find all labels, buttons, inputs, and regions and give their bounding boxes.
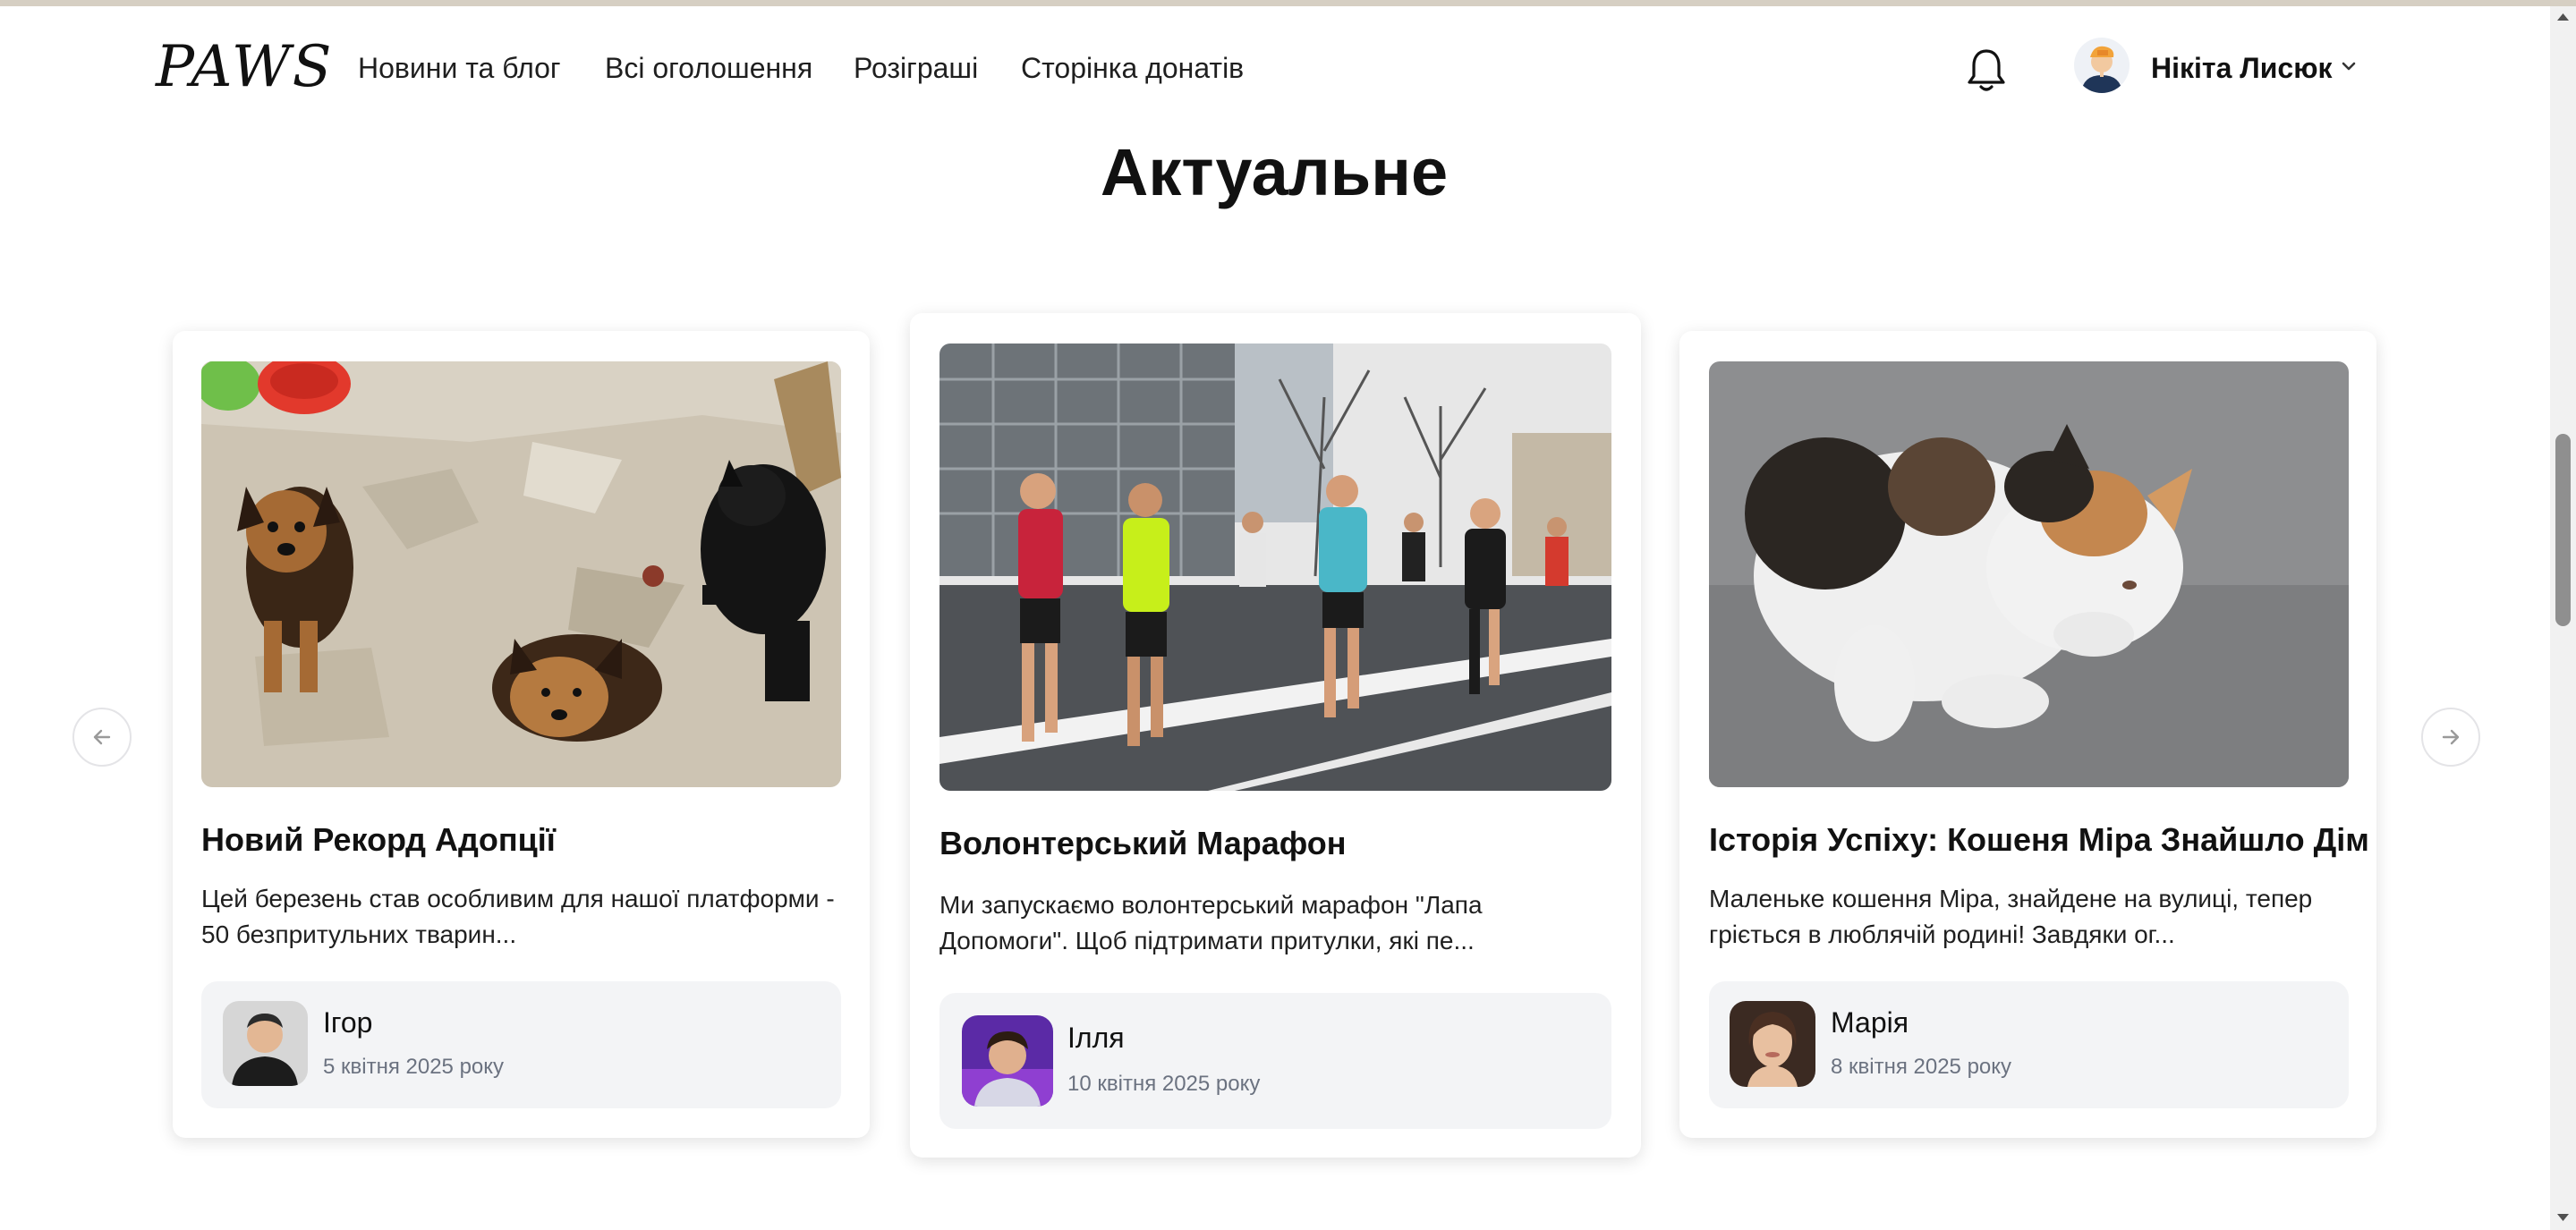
author-avatar	[223, 1001, 308, 1086]
nav-all-listings[interactable]: Всі оголошення	[605, 52, 812, 85]
author-avatar	[962, 1015, 1053, 1107]
card-excerpt: Ми запускаємо волонтерський марафон "Лап…	[939, 891, 1483, 954]
author-box: Ілля 10 квітня 2025 року	[939, 993, 1611, 1129]
card-image-marathon[interactable]	[939, 344, 1611, 791]
author-avatar	[1730, 1001, 1815, 1087]
author-box: Ігор 5 квітня 2025 року	[201, 981, 841, 1108]
author-name: Ілля	[1067, 1022, 1125, 1054]
nav-donations[interactable]: Сторінка донатів	[1021, 52, 1244, 85]
card-image-kitten[interactable]	[1709, 361, 2349, 787]
user-name[interactable]: Нікіта Лисюк	[2151, 52, 2333, 85]
card-title[interactable]: Волонтерський Марафон	[939, 825, 1347, 862]
site-logo[interactable]: PAWS	[156, 34, 333, 100]
author-name: Марія	[1831, 1006, 1909, 1039]
author-name: Ігор	[323, 1006, 373, 1039]
card-title[interactable]: Історія Успіху: Кошеня Міра Знайшло Дім	[1709, 821, 2369, 859]
chevron-down-icon[interactable]	[2339, 59, 2359, 73]
carousel-prev-button[interactable]	[72, 708, 132, 767]
scrollbar-thumb[interactable]	[2555, 434, 2571, 626]
scroll-down-arrow-icon[interactable]	[2555, 1211, 2572, 1224]
section-title: Актуальне	[1100, 135, 1449, 209]
arrow-right-icon	[2442, 729, 2460, 745]
arrow-left-icon	[93, 729, 111, 745]
browser-top-border	[0, 0, 2576, 6]
news-card[interactable]: Волонтерський Марафон Ми запускаємо воло…	[910, 313, 1641, 1158]
card-excerpt: Маленьке кошення Міра, знайдене на вулиц…	[1709, 885, 2313, 948]
news-card[interactable]: Новий Рекорд Адопції Цей березень став о…	[173, 331, 870, 1138]
post-date: 5 квітня 2025 року	[323, 1055, 505, 1079]
carousel-next-button[interactable]	[2421, 708, 2480, 767]
nav-news-blog[interactable]: Новини та блог	[358, 52, 561, 85]
post-date: 8 квітня 2025 року	[1831, 1055, 2012, 1079]
card-title[interactable]: Новий Рекорд Адопції	[201, 821, 556, 859]
news-card[interactable]: Історія Успіху: Кошеня Міра Знайшло Дім …	[1679, 331, 2376, 1138]
nav-giveaways[interactable]: Розіграші	[854, 52, 978, 85]
post-date: 10 квітня 2025 року	[1067, 1072, 1261, 1096]
bell-icon[interactable]	[1966, 47, 2007, 93]
user-avatar[interactable]	[2074, 38, 2130, 93]
author-box: Марія 8 квітня 2025 року	[1709, 981, 2349, 1108]
card-image-dogs[interactable]	[201, 361, 841, 787]
card-excerpt: Цей березень став особливим для нашої пл…	[201, 885, 835, 948]
scroll-up-arrow-icon[interactable]	[2555, 11, 2572, 23]
